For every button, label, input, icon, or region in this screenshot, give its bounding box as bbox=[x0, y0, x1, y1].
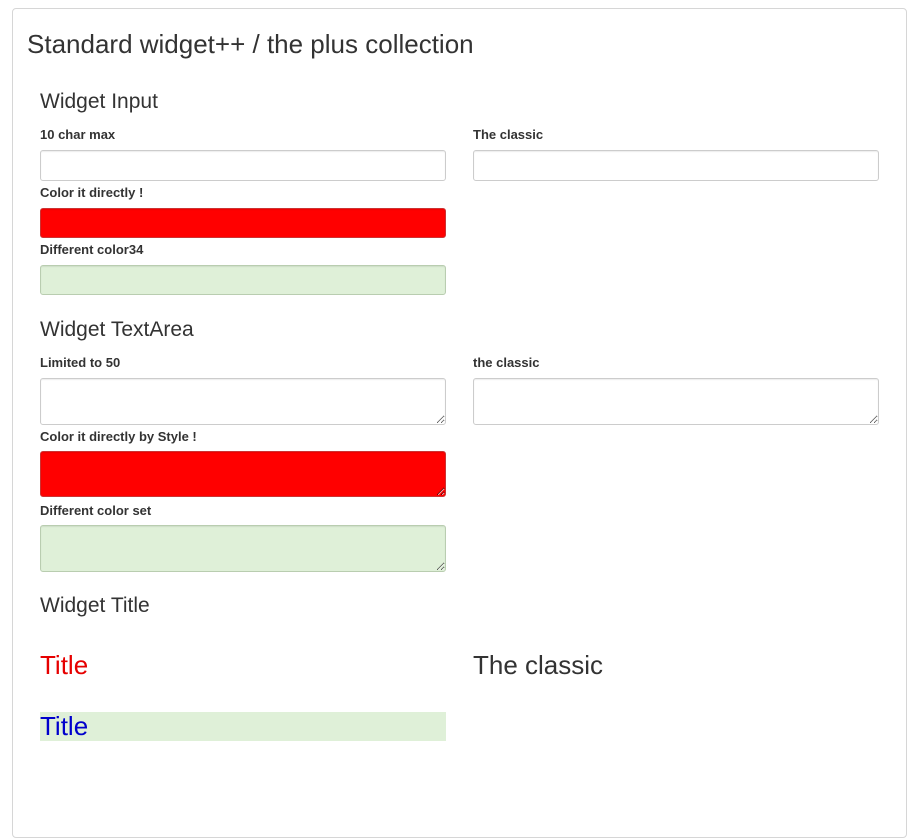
page-title: Standard widget++ / the plus collection bbox=[27, 29, 474, 59]
label-limited-50: Limited to 50 bbox=[40, 355, 121, 370]
textarea-color-red[interactable] bbox=[40, 451, 446, 497]
input-color-red[interactable] bbox=[40, 208, 446, 238]
input-color-green[interactable] bbox=[40, 265, 446, 295]
label-different-color-input: Different color34 bbox=[40, 242, 144, 257]
textarea-color-green[interactable] bbox=[40, 525, 446, 572]
label-color-direct-input: Color it directly ! bbox=[40, 185, 144, 200]
label-color-direct-style: Color it directly by Style ! bbox=[40, 429, 197, 444]
textarea-limited-50[interactable] bbox=[40, 378, 446, 425]
section-heading-title: Widget Title bbox=[40, 594, 150, 617]
input-10-char-max[interactable] bbox=[40, 150, 446, 181]
title-red: Title bbox=[40, 650, 89, 680]
section-heading-input: Widget Input bbox=[40, 90, 158, 113]
input-classic[interactable] bbox=[473, 150, 879, 181]
label-10-char-max: 10 char max bbox=[40, 127, 116, 142]
title-classic: The classic bbox=[473, 650, 604, 680]
label-classic-textarea: the classic bbox=[473, 355, 540, 370]
section-heading-textarea: Widget TextArea bbox=[40, 318, 194, 341]
textarea-classic[interactable] bbox=[473, 378, 879, 425]
label-classic-input: The classic bbox=[473, 127, 544, 142]
title-blue-on-green: Title bbox=[40, 712, 446, 741]
label-different-color-set: Different color set bbox=[40, 503, 152, 518]
